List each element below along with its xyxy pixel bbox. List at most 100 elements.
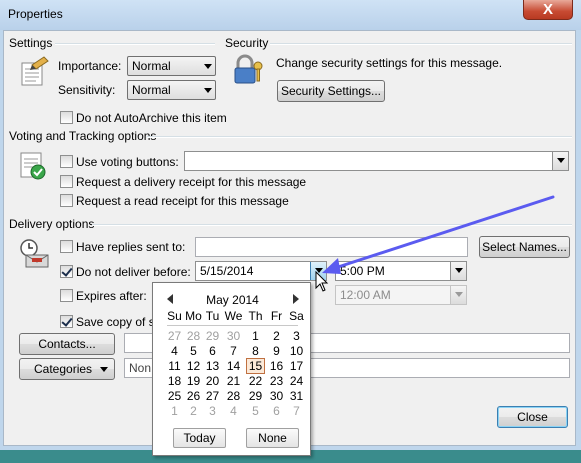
voting-tracking-icon <box>20 152 46 180</box>
no-autoarchive-checkbox[interactable] <box>60 111 73 124</box>
today-button[interactable]: Today <box>173 428 226 448</box>
expires-time-dropdown[interactable]: 12:00 AM <box>335 285 467 305</box>
save-copy-checkbox[interactable] <box>60 315 73 328</box>
contacts-button[interactable]: Contacts... <box>19 333 115 355</box>
calendar-day[interactable]: 29 <box>246 388 265 404</box>
sensitivity-label: Sensitivity: <box>58 83 116 97</box>
calendar-day[interactable]: 6 <box>203 343 222 359</box>
weekday-label: Th <box>248 309 263 323</box>
calendar-day[interactable]: 10 <box>287 343 306 359</box>
weekday-label: We <box>224 309 243 323</box>
calendar-day[interactable]: 31 <box>287 388 306 404</box>
calendar-day[interactable]: 30 <box>224 328 243 344</box>
sensitivity-dropdown[interactable]: Normal <box>127 80 216 100</box>
categories-label: Categories <box>34 362 93 376</box>
categories-button[interactable]: Categories <box>19 358 115 380</box>
calendar-day[interactable]: 21 <box>224 373 243 389</box>
calendar-day[interactable]: 7 <box>287 403 306 419</box>
calendar-day[interactable]: 24 <box>287 373 306 389</box>
do-not-deliver-checkbox[interactable] <box>60 265 73 278</box>
voting-divider <box>147 136 572 138</box>
calendar-day[interactable]: 25 <box>165 388 184 404</box>
weekday-label: Tu <box>205 309 220 323</box>
calendar-day[interactable]: 18 <box>165 373 184 389</box>
window-title: Properties <box>8 7 63 21</box>
select-names-button[interactable]: Select Names... <box>479 236 570 258</box>
calendar-day[interactable]: 3 <box>203 403 222 419</box>
calendar-day[interactable]: 8 <box>246 343 265 359</box>
chevron-down-icon <box>455 268 463 273</box>
weekday-label: Fr <box>270 309 283 323</box>
read-receipt-checkbox[interactable] <box>60 194 73 207</box>
calendar-day[interactable]: 6 <box>267 403 286 419</box>
no-autoarchive-label: Do not AutoArchive this item <box>76 111 227 125</box>
time-dropdown-button[interactable] <box>450 262 466 280</box>
calendar-day[interactable]: 28 <box>224 388 243 404</box>
chevron-down-icon <box>455 292 463 297</box>
security-group-title: Security <box>225 36 269 50</box>
calendar-day[interactable]: 9 <box>267 343 286 359</box>
weekday-label: Su <box>167 309 182 323</box>
calendar-separator <box>167 325 298 326</box>
delivery-receipt-checkbox[interactable] <box>60 175 73 188</box>
calendar-day[interactable]: 19 <box>184 373 203 389</box>
calendar-day[interactable]: 1 <box>246 328 265 344</box>
delivery-receipt-label: Request a delivery receipt for this mess… <box>76 175 307 189</box>
calendar-day[interactable]: 12 <box>184 358 203 374</box>
calendar-day[interactable]: 22 <box>246 373 265 389</box>
calendar-day[interactable]: 5 <box>246 403 265 419</box>
settings-divider <box>55 43 215 45</box>
close-window-icon[interactable]: X <box>523 0 573 20</box>
calendar-day[interactable]: 2 <box>267 328 286 344</box>
calendar-day[interactable]: 27 <box>203 388 222 404</box>
calendar-day[interactable]: 26 <box>184 388 203 404</box>
none-button[interactable]: None <box>246 428 299 448</box>
calendar-day[interactable]: 23 <box>267 373 286 389</box>
security-divider <box>270 43 572 45</box>
calendar-day[interactable]: 13 <box>203 358 222 374</box>
importance-dropdown[interactable]: Normal <box>127 56 216 76</box>
calendar-day[interactable]: 14 <box>224 358 243 374</box>
have-replies-label: Have replies sent to: <box>76 240 186 254</box>
calendar-day[interactable]: 28 <box>184 328 203 344</box>
use-voting-checkbox[interactable] <box>60 155 73 168</box>
delivery-clock-icon <box>20 239 49 268</box>
expires-after-checkbox[interactable] <box>60 289 73 302</box>
calendar-day[interactable]: 27 <box>165 328 184 344</box>
calendar-day-selected[interactable]: 15 <box>246 358 265 374</box>
replies-to-input[interactable] <box>195 237 468 257</box>
calendar-day[interactable]: 11 <box>165 358 184 374</box>
have-replies-checkbox[interactable] <box>60 240 73 253</box>
voting-buttons-dropdown[interactable] <box>184 151 569 171</box>
calendar-day[interactable]: 30 <box>267 388 286 404</box>
calendar-day[interactable]: 4 <box>165 343 184 359</box>
calendar-day[interactable]: 7 <box>224 343 243 359</box>
mouse-cursor-icon <box>315 271 329 292</box>
calendar-day[interactable]: 5 <box>184 343 203 359</box>
sensitivity-value: Normal <box>132 83 171 97</box>
expires-after-label: Expires after: <box>76 289 147 303</box>
next-month-icon[interactable] <box>293 294 299 304</box>
deliver-time-dropdown[interactable]: 5:00 PM <box>335 261 467 281</box>
close-button[interactable]: Close <box>497 406 568 428</box>
calendar-day[interactable]: 16 <box>267 358 286 374</box>
do-not-deliver-label: Do not deliver before: <box>76 265 191 279</box>
delivery-group-title: Delivery options <box>9 217 95 231</box>
expires-dropdown-button[interactable] <box>450 286 466 304</box>
calendar-day[interactable]: 4 <box>224 403 243 419</box>
security-settings-button[interactable]: Security Settings... <box>277 80 385 102</box>
title-bar: Properties <box>0 0 581 30</box>
calendar-day[interactable]: 29 <box>203 328 222 344</box>
deliver-date-picker[interactable]: 5/15/2014 <box>195 261 327 281</box>
calendar-day[interactable]: 1 <box>165 403 184 419</box>
calendar-day[interactable]: 20 <box>203 373 222 389</box>
weekday-label: Mo <box>185 309 202 323</box>
voting-dropdown-button[interactable] <box>552 152 568 170</box>
calendar-day[interactable]: 17 <box>287 358 306 374</box>
calendar-day[interactable]: 3 <box>287 328 306 344</box>
message-settings-icon <box>21 56 49 86</box>
date-picker-calendar: May 2014 Su Mo Tu We Th Fr Sa 27 28 29 30 1 2 3 4 5 6 7 8… <box>152 282 311 456</box>
calendar-day[interactable]: 2 <box>184 403 203 419</box>
expires-time-value: 12:00 AM <box>340 288 391 302</box>
security-lock-icon <box>234 54 263 84</box>
